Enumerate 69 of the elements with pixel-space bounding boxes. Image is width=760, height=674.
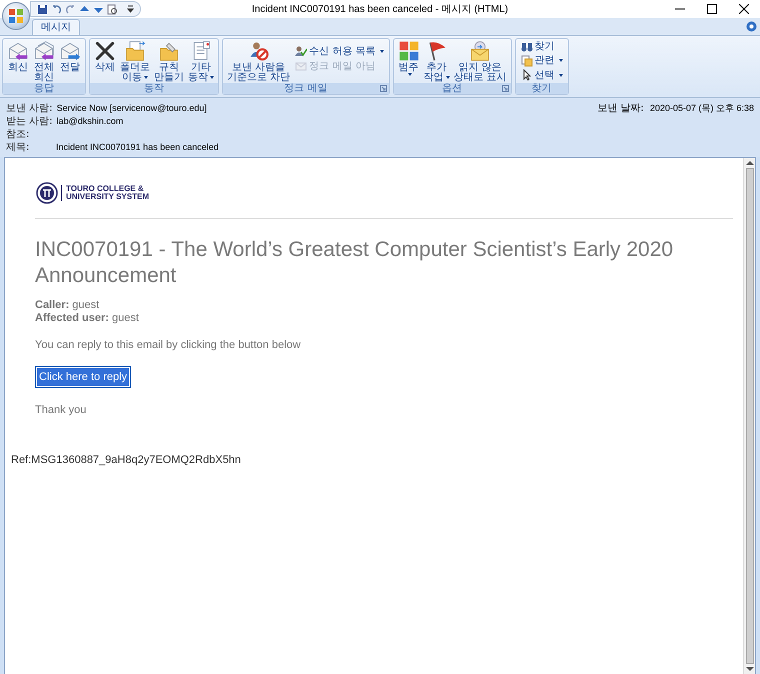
group-label: 정크 메일	[223, 83, 389, 94]
save-icon[interactable]	[37, 4, 48, 14]
scroll-up-icon[interactable]	[746, 160, 754, 166]
field-value: 2020-05-07 (목) 오후 6:38	[650, 102, 754, 115]
redo-icon[interactable]	[65, 4, 76, 14]
body-text: You can reply to this email by clicking the button below	[35, 338, 302, 353]
ribbon-button[interactable]: 읽지 않은 상태로 표시	[452, 40, 508, 82]
group-label: 찾기	[516, 83, 568, 94]
logo-text: TOURO COLLEGE & UNIVERSITY SYSTEM	[61, 185, 149, 201]
ribbon-button[interactable]: 전체 회신	[32, 40, 56, 82]
field-label: 받는 사람:	[6, 115, 54, 128]
field-label: 제목:	[6, 141, 30, 154]
group-label: 옵션	[394, 83, 511, 94]
ribbon-tab[interactable]: 메시지	[32, 19, 80, 35]
cursor-icon	[520, 69, 533, 82]
reply-link[interactable]: Click here to reply	[35, 366, 132, 388]
category-icon	[398, 40, 420, 62]
dialog-launcher-icon[interactable]	[380, 85, 387, 92]
office-logo-icon	[8, 8, 24, 24]
field-label: 보낸 날짜:	[597, 102, 644, 115]
detail-line: Affected user: guest	[35, 312, 140, 325]
maximize-icon[interactable]	[707, 4, 717, 14]
ribbon-button[interactable]: 추가 작업	[422, 40, 451, 82]
office-button[interactable]	[2, 2, 30, 30]
binoculars-icon	[520, 40, 533, 53]
ribbon-button[interactable]: 선택	[518, 68, 565, 82]
envelope-icon	[7, 40, 29, 62]
group-label: 응답	[3, 83, 85, 94]
ribbon-button[interactable]: 수신 허용 목록	[293, 44, 386, 58]
field-value: Service Now [servicenow@touro.edu]	[56, 102, 207, 115]
print-preview-icon[interactable]	[107, 4, 118, 14]
ribbon-button[interactable]: 기타 동작	[187, 40, 215, 82]
customize-icon[interactable]	[127, 5, 134, 13]
envelope-icon	[33, 40, 55, 62]
scroll-down-icon[interactable]	[746, 666, 754, 672]
body-text: Thank you	[35, 403, 88, 418]
window-title: Incident INC0070191 has been canceled - 메시지 (HTML)	[250, 3, 510, 17]
documents-icon	[520, 54, 533, 67]
dialog-launcher-icon[interactable]	[502, 85, 509, 92]
envelope-icon	[295, 60, 308, 72]
ribbon-button[interactable]: 회신	[6, 40, 30, 82]
ribbon-button[interactable]: 전달	[58, 40, 82, 82]
ribbon-button[interactable]: 관련	[518, 54, 565, 68]
field-value: Incident INC0070191 has been canceled	[56, 141, 219, 154]
undo-icon[interactable]	[51, 4, 62, 14]
envelope-icon	[469, 40, 492, 62]
email-heading: INC0070191 - The World’s Greatest Computer Scientist’s Early 2020 Announcement	[35, 237, 674, 289]
detail-line: Caller: guest	[35, 299, 100, 312]
envelope-icon	[59, 40, 81, 62]
folder-icon	[158, 40, 180, 62]
ribbon-button[interactable]: 찾기	[518, 40, 565, 54]
seal-icon	[36, 182, 58, 204]
ribbon-button[interactable]: 폴더로 이동	[119, 40, 151, 82]
people-check-icon	[295, 45, 308, 57]
folder-icon	[124, 40, 146, 62]
ribbon-button[interactable]: 보낸 사람을 기준으로 차단	[226, 40, 292, 82]
ribbon-button[interactable]: 규칙 만들기	[153, 40, 185, 82]
blocked-person-icon	[248, 40, 270, 62]
field-label: 참조:	[6, 128, 30, 141]
delete-icon	[94, 40, 116, 62]
ribbon-button[interactable]: 범주	[396, 40, 421, 82]
field-value: lab@dkshin.com	[56, 115, 124, 128]
close-icon[interactable]	[739, 4, 749, 14]
field-label: 보낸 사람:	[6, 102, 54, 115]
scrollbar[interactable]	[743, 158, 755, 674]
reference-text: Ref:MSG1360887_9aH8q2y7EOMQ2RdbX5hn	[11, 452, 242, 468]
help-icon[interactable]	[746, 21, 757, 32]
delete-button[interactable]: 삭제	[93, 40, 117, 82]
group-label: 동작	[90, 83, 218, 94]
